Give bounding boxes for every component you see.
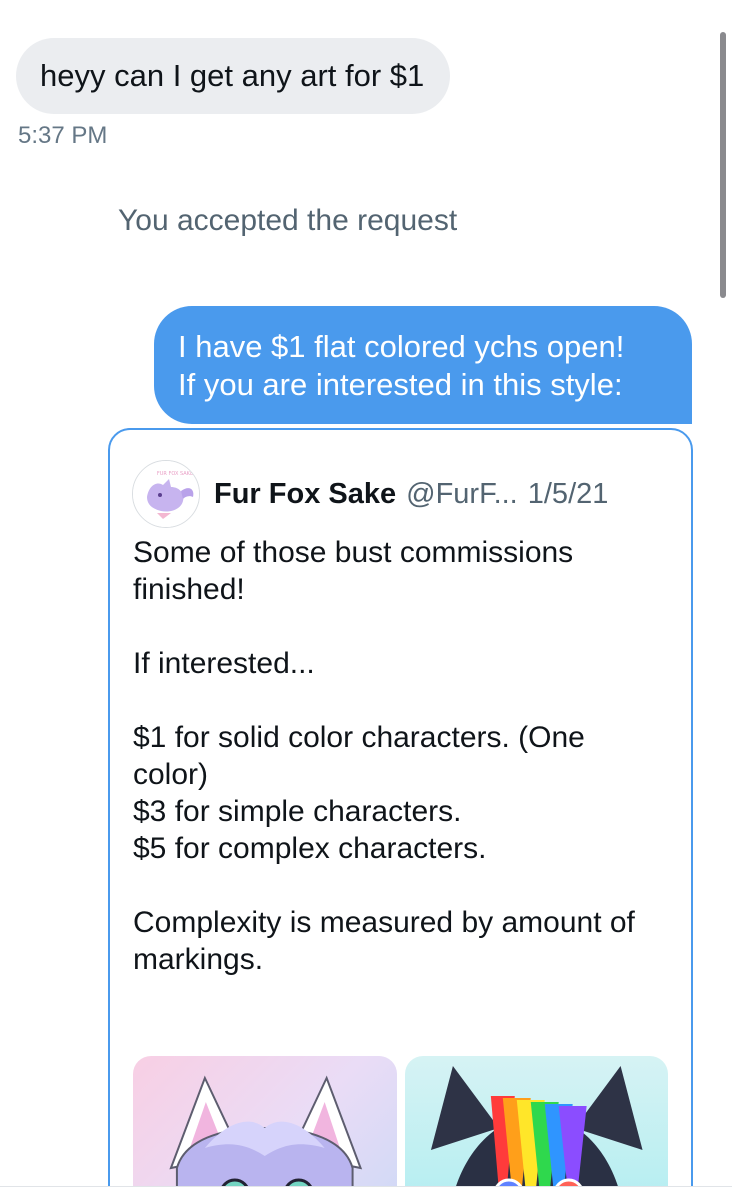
bottom-divider — [0, 1186, 732, 1200]
scrollbar[interactable] — [720, 32, 726, 298]
tweet-paragraph: Complexity is measured by amount of mark… — [133, 906, 635, 976]
outgoing-message-bubble[interactable]: I have $1 flat colored ychs open! If you… — [154, 306, 692, 424]
dm-conversation: heyy can I get any art for $1 5:37 PM Yo… — [0, 0, 732, 1200]
tweet-paragraph: If interested... — [133, 647, 315, 680]
tweet-author-handle[interactable]: @FurF... — [406, 478, 518, 511]
incoming-message-text: heyy can I get any art for $1 — [40, 58, 425, 93]
tweet-paragraph: $1 for solid color characters. (One colo… — [133, 721, 585, 791]
request-accepted-note: You accepted the request — [118, 204, 458, 237]
message-timestamp: 5:37 PM — [18, 122, 108, 149]
tweet-body: Some of those bust commissions finished!… — [133, 534, 663, 978]
tweet-image-left[interactable] — [133, 1056, 397, 1200]
tweet-paragraph: $3 for simple characters. — [133, 795, 462, 828]
incoming-message-bubble[interactable]: heyy can I get any art for $1 — [16, 38, 451, 114]
tweet-paragraph: Some of those bust commissions finished! — [133, 536, 574, 606]
avatar-text: FUR FOX SAKE — [157, 471, 193, 477]
tweet-image-right[interactable] — [404, 1056, 668, 1200]
outgoing-message-line-2: If you are interested in this style: — [178, 367, 623, 402]
tweet-date: 1/5/21 — [527, 477, 609, 510]
tweet-author-row: FUR FOX SAKE Fur Fox Sake @FurF... 1/5/2… — [132, 460, 608, 528]
outgoing-message-line-1: I have $1 flat colored ychs open! — [178, 329, 625, 364]
tweet-paragraph: $5 for complex characters. — [133, 832, 487, 865]
quoted-tweet-card[interactable]: FUR FOX SAKE Fur Fox Sake @FurF... 1/5/2… — [108, 428, 693, 1200]
fox-avatar-icon[interactable]: FUR FOX SAKE — [132, 460, 200, 528]
tweet-author-name[interactable]: Fur Fox Sake — [214, 478, 396, 511]
tweet-media-grid — [133, 1056, 668, 1200]
